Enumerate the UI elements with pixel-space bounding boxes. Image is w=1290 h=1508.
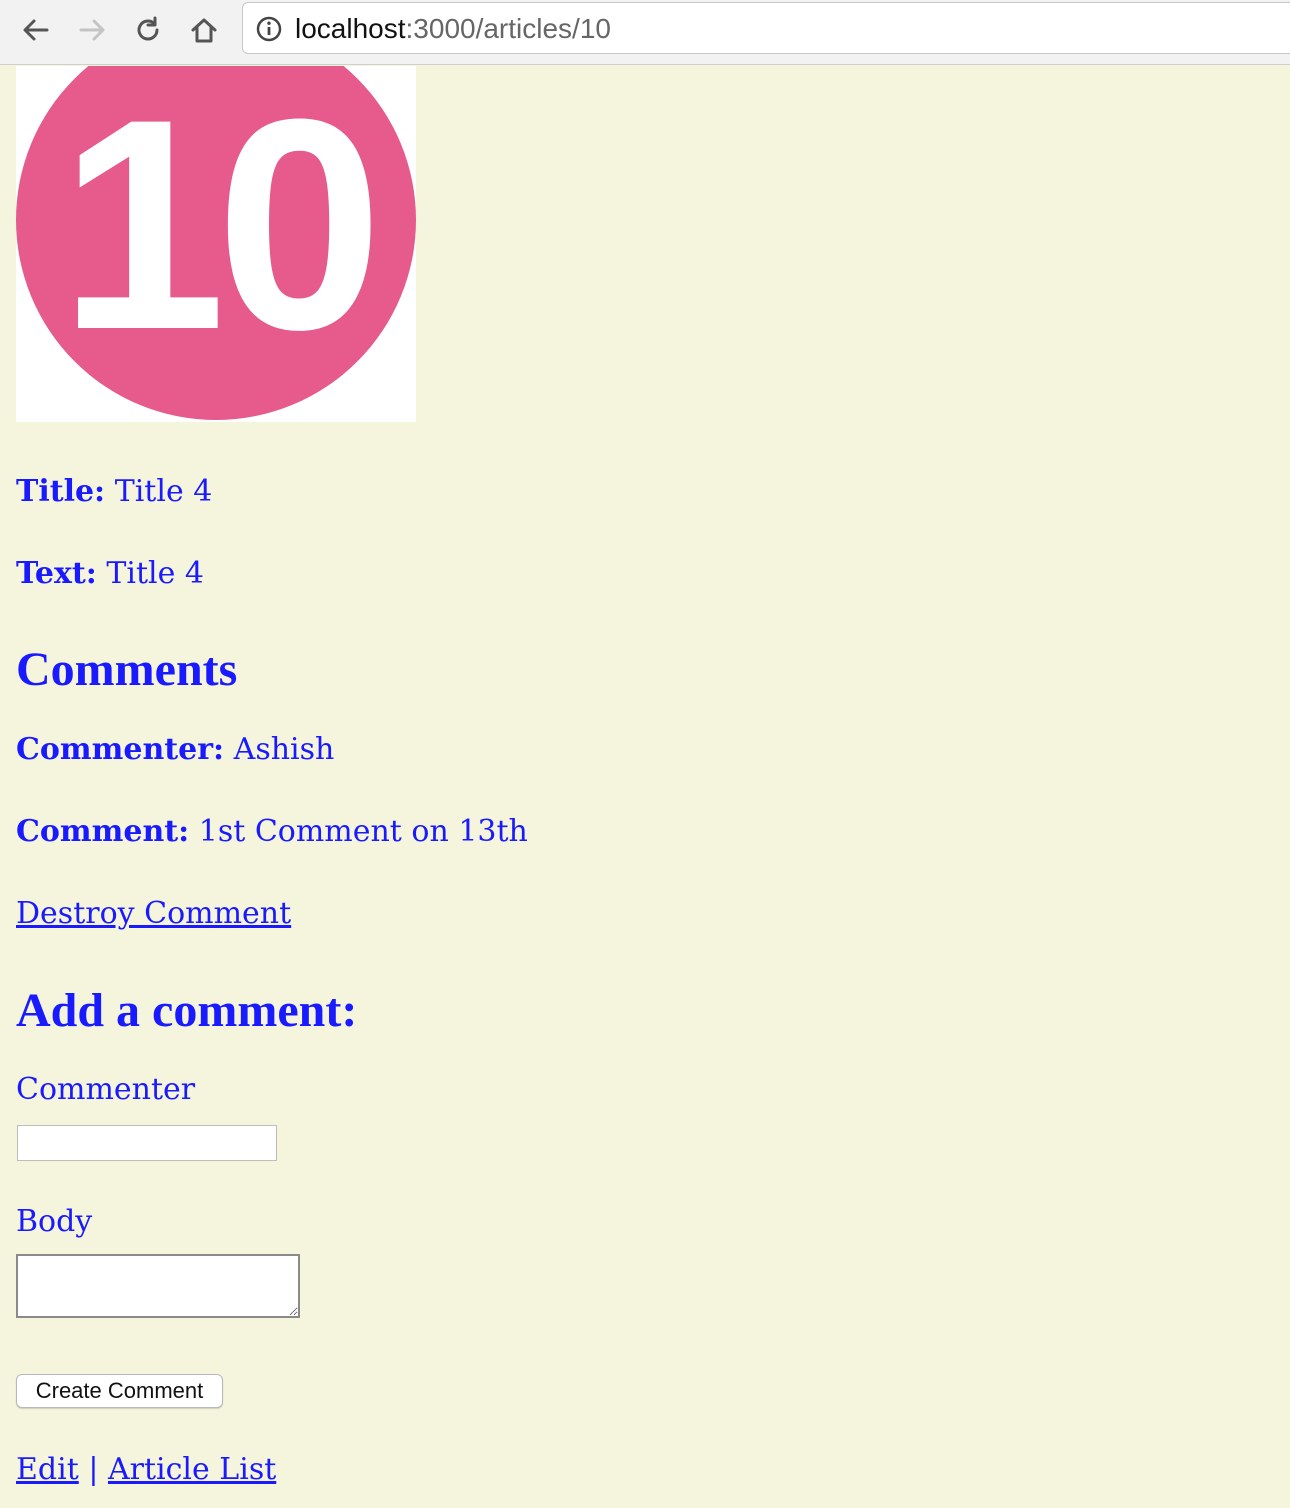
comment-label: Comment:	[16, 814, 190, 849]
create-comment-button[interactable]: Create Comment	[16, 1374, 223, 1408]
comment-value: 1st Comment on 13th	[198, 814, 528, 849]
title-label: Title:	[16, 474, 106, 509]
back-arrow-icon	[23, 19, 49, 41]
article-image: 10	[16, 66, 416, 422]
text-label: Text:	[16, 556, 97, 591]
body-field-label: Body	[16, 1204, 93, 1239]
title-value: Title 4	[114, 474, 213, 509]
text-value: Title 4	[106, 556, 204, 591]
commenter-value: Ashish	[233, 732, 335, 767]
footer-links: Edit | Article List	[16, 1452, 276, 1487]
url-path: :3000/articles/10	[405, 13, 611, 44]
badge-number: 10	[59, 66, 373, 392]
forward-arrow-icon	[79, 19, 105, 41]
destroy-comment-link[interactable]: Destroy Comment	[16, 896, 291, 931]
commenter-input[interactable]	[17, 1125, 277, 1161]
forward-button[interactable]	[74, 12, 110, 48]
link-separator: |	[88, 1452, 99, 1487]
back-button[interactable]	[18, 12, 54, 48]
text-line: Text: Title 4	[16, 556, 204, 591]
address-bar[interactable]: localhost:3000/articles/10	[242, 2, 1290, 54]
number-badge-icon: 10	[16, 66, 416, 420]
url-text: localhost:3000/articles/10	[295, 13, 611, 45]
url-host: localhost	[295, 13, 406, 44]
comments-heading: Comments	[16, 643, 238, 696]
edit-link[interactable]: Edit	[16, 1452, 79, 1487]
home-icon	[191, 18, 217, 43]
browser-toolbar: localhost:3000/articles/10	[0, 0, 1290, 65]
home-button[interactable]	[186, 12, 222, 48]
article-list-link[interactable]: Article List	[108, 1452, 276, 1487]
title-line: Title: Title 4	[16, 474, 212, 509]
reload-icon	[137, 16, 159, 41]
commenter-label: Commenter:	[16, 732, 225, 767]
commenter-line: Commenter: Ashish	[16, 732, 334, 767]
destroy-line: Destroy Comment	[16, 896, 291, 931]
commenter-field-label: Commenter	[16, 1072, 196, 1107]
reload-button[interactable]	[130, 12, 166, 48]
comment-line: Comment: 1st Comment on 13th	[16, 814, 528, 849]
add-comment-heading: Add a comment:	[16, 984, 358, 1037]
body-textarea[interactable]	[16, 1254, 300, 1318]
info-icon	[256, 16, 282, 42]
